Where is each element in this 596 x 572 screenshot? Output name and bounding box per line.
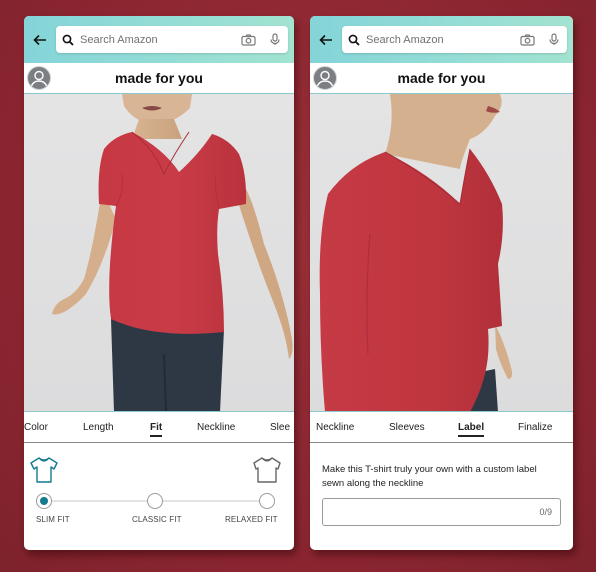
relaxed-tshirt-icon [252,455,282,490]
slim-tshirt-icon [29,455,59,490]
avatar-model-image [310,94,573,411]
classic-fit-label: CLASSIC FIT [132,515,182,524]
page-title: made for you [115,70,203,86]
tab-label[interactable]: Label [458,422,485,437]
tab-neckline[interactable]: Neckline [197,422,235,433]
back-arrow-icon[interactable] [30,30,50,50]
model-preview-front[interactable] [24,94,294,412]
avatar-model-image [24,94,294,411]
model-preview-side[interactable] [310,94,573,412]
tab-sleeves[interactable]: Slee [270,422,290,433]
tab-finalize[interactable]: Finalize [518,422,552,433]
tab-color[interactable]: Color [24,422,48,433]
back-arrow-icon[interactable] [316,30,336,50]
microphone-icon[interactable] [549,33,559,46]
character-counter: 0/9 [539,507,552,517]
phone-screen-fit: made for you [24,16,294,550]
search-icon [62,34,74,46]
fit-selector: SLIM FIT CLASSIC FIT RELAXED FIT [24,443,294,550]
search-box [342,26,567,53]
avatar-icon[interactable] [313,66,337,90]
search-input[interactable] [366,33,520,46]
tab-sleeves[interactable]: Sleeves [389,422,425,433]
label-input-field[interactable]: 0/9 [322,498,561,526]
tab-neckline[interactable]: Neckline [316,422,354,433]
avatar-icon[interactable] [27,66,51,90]
page-header: made for you [310,63,573,94]
relaxed-fit-label: RELAXED FIT [225,515,278,524]
tab-fit[interactable]: Fit [150,422,163,437]
search-box [56,26,288,53]
label-description: Make this T-shirt truly your own with a … [322,464,537,489]
page-header: made for you [24,63,294,94]
customization-tabs: Neckline Sleeves Label Finalize [310,412,573,443]
tab-length[interactable]: Length [83,422,114,433]
microphone-icon[interactable] [270,33,280,46]
search-input[interactable] [80,33,241,46]
phone-screen-label: made for you Neckline Sleeves Label Fina… [310,16,573,550]
custom-label-input[interactable] [323,499,560,525]
classic-fit-radio[interactable] [147,493,163,509]
relaxed-fit-radio[interactable] [259,493,275,509]
customization-tabs: Color Length Fit Neckline Slee [24,412,294,443]
camera-icon[interactable] [520,33,535,46]
search-icon [348,34,360,46]
custom-label-panel: Make this T-shirt truly your own with a … [310,443,573,526]
page-title: made for you [397,70,486,86]
slim-fit-radio[interactable] [36,493,52,509]
search-bar [24,16,294,63]
search-bar [310,16,573,63]
slim-fit-label: SLIM FIT [36,515,70,524]
camera-icon[interactable] [241,33,256,46]
